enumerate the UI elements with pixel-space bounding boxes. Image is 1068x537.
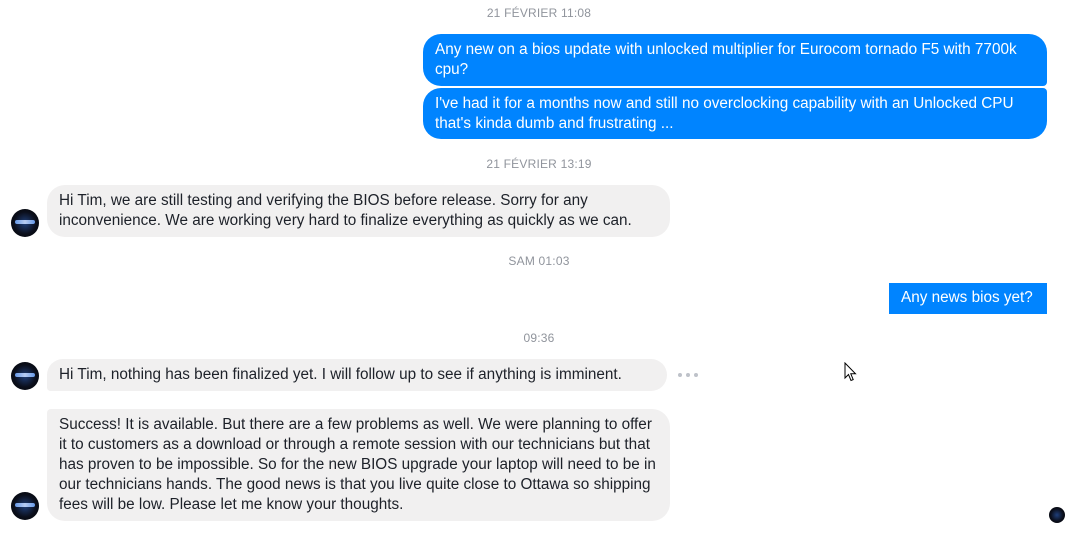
outgoing-message[interactable]: I've had it for a months now and still n… <box>423 88 1047 139</box>
eurocom-logo-icon <box>15 220 35 224</box>
timestamp: 21 FÉVRIER 11:08 <box>486 6 592 20</box>
contact-avatar[interactable] <box>11 209 39 237</box>
eurocom-logo-icon <box>15 503 35 507</box>
contact-avatar[interactable] <box>11 492 39 520</box>
more-horizontal-icon[interactable] <box>678 368 698 382</box>
incoming-message[interactable]: Hi Tim, we are still testing and verifyi… <box>47 185 670 237</box>
timestamp: 09:36 <box>523 331 555 345</box>
seen-avatar-icon <box>1049 507 1065 523</box>
dot <box>678 373 682 377</box>
eurocom-logo-icon <box>15 373 35 377</box>
outgoing-message[interactable]: Any new on a bios update with unlocked m… <box>423 34 1047 86</box>
outgoing-message[interactable]: Any news bios yet? <box>889 283 1047 314</box>
message-thread: 21 FÉVRIER 11:08 Any new on a bios updat… <box>0 0 1068 537</box>
contact-avatar[interactable] <box>11 362 39 390</box>
mouse-cursor-icon <box>844 362 857 382</box>
dot <box>694 373 698 377</box>
incoming-message[interactable]: Hi Tim, nothing has been finalized yet. … <box>47 359 667 391</box>
timestamp: 21 FÉVRIER 13:19 <box>486 157 592 171</box>
dot <box>686 373 690 377</box>
timestamp: SAM 01:03 <box>508 254 570 268</box>
incoming-message[interactable]: Success! It is available. But there are … <box>47 409 670 521</box>
